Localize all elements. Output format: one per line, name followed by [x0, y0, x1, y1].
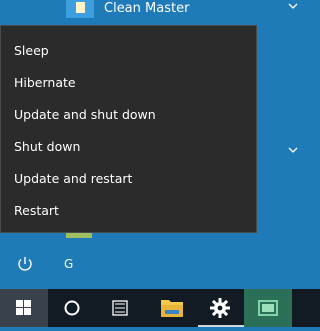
folder-icon: [161, 300, 183, 317]
start-button[interactable]: [0, 289, 48, 327]
power-icon[interactable]: [14, 253, 36, 275]
store-icon: [258, 300, 278, 316]
power-menu-item-restart[interactable]: Restart: [1, 196, 256, 226]
power-menu-item-update-and-shut-down[interactable]: Update and shut down: [1, 100, 256, 130]
power-menu: Sleep Hibernate Update and shut down Shu…: [0, 25, 257, 233]
power-menu-item-update-and-restart[interactable]: Update and restart: [1, 164, 256, 194]
windows-logo-icon: [16, 300, 31, 315]
power-menu-item-hibernate[interactable]: Hibernate: [1, 68, 256, 98]
task-view-button[interactable]: [96, 289, 144, 327]
clean-master-icon: [66, 0, 94, 18]
file-explorer-button[interactable]: [148, 289, 196, 327]
cortana-circle-icon: [64, 300, 80, 316]
power-menu-item-sleep[interactable]: Sleep: [1, 36, 256, 66]
app-list-item-clean-master[interactable]: Clean Master: [0, 0, 320, 24]
task-view-icon: [112, 300, 128, 316]
app-tile[interactable]: [66, 233, 92, 238]
search-button[interactable]: [48, 289, 96, 327]
power-menu-item-shut-down[interactable]: Shut down: [1, 132, 256, 162]
store-button[interactable]: [244, 289, 292, 327]
chevron-down-icon[interactable]: [288, 146, 298, 157]
letter-header[interactable]: G: [64, 257, 73, 271]
chevron-down-icon[interactable]: [288, 2, 298, 13]
taskbar: [0, 289, 320, 327]
settings-button[interactable]: [196, 289, 244, 327]
gear-icon: [210, 298, 230, 318]
app-label: Clean Master: [104, 1, 190, 16]
